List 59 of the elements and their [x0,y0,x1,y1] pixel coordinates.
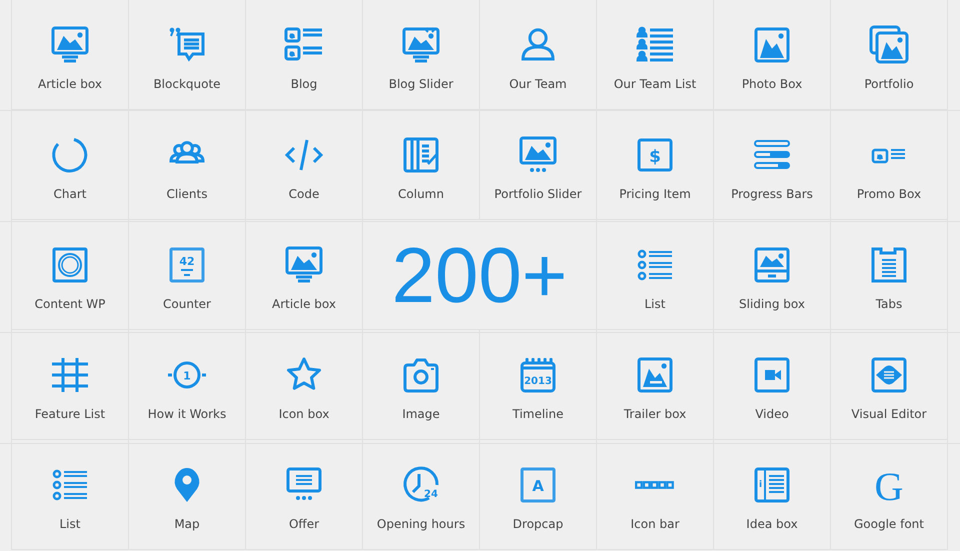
tile-label: Visual Editor [851,407,927,421]
info-book-icon: i [752,465,792,505]
tile-label: Video [755,407,789,421]
sliding-panel-icon [752,245,792,285]
monitor-image-icon [50,25,90,65]
tile-label: Portfolio Slider [494,187,582,201]
ring-chart-icon [50,135,90,175]
tile-label: Icon bar [630,517,680,531]
tile-label: Chart [54,187,86,201]
grid-lines-icon [50,355,90,395]
tile-label: Blog Slider [388,77,454,91]
monitor-image-icon [284,245,324,285]
monitor-dots-icon [518,135,558,175]
tile-label: List [60,517,80,531]
letter-box-icon: A [518,465,558,505]
tile-label: Timeline [512,407,564,421]
tile-label: Clients [166,187,208,201]
tile-label: Article box [38,77,102,91]
tile-label: Trailer box [624,407,686,421]
columns-edit-icon [401,135,441,175]
tile-label: Tabs [876,297,902,311]
tile-label: Photo Box [742,77,802,91]
monitor-code-icon [401,25,441,65]
images-icon [869,25,909,65]
tile-label: Blockquote [153,77,221,91]
tile-label: Opening hours [376,517,466,531]
count-headline: 200+ [392,236,568,314]
tile-label: Image [402,407,440,421]
tile-label: Article box [272,297,336,311]
tile-label: Blog [290,77,318,91]
tile-label: Progress Bars [731,187,813,201]
circle-logo-icon [50,245,90,285]
image-icon [752,25,792,65]
letter-icon: G [869,465,909,505]
tile-label: Offer [288,517,320,531]
tile-label: Pricing Item [619,187,691,201]
tile-label: Google font [854,517,924,531]
tile-label: Our Team List [614,77,696,91]
diamond-editor-icon [869,355,909,395]
image-caption-icon [635,355,675,395]
tile-label: Promo Box [856,187,922,201]
folder-tabs-icon [869,245,909,285]
tile-label: Content WP [34,297,106,311]
tile-label: Feature List [34,407,106,421]
video-camera-icon [752,355,792,395]
tile-label: Column [398,187,444,201]
tile-label: Portfolio [864,77,914,91]
counter-icon: 42 [167,245,207,285]
tile-label: How it Works [148,407,226,421]
tile-label: Icon box [278,407,330,421]
tile-label: Code [288,187,320,201]
tile-label: List [644,297,666,311]
tile-label: Our Team [509,77,567,91]
tile-label: Sliding box [739,297,805,311]
squares-row-icon [635,481,675,489]
tile-label: Map [174,517,200,531]
tile-label: Dropcap [512,517,564,531]
tile-label: Counter [163,297,211,311]
tile-label: Idea box [746,517,798,531]
